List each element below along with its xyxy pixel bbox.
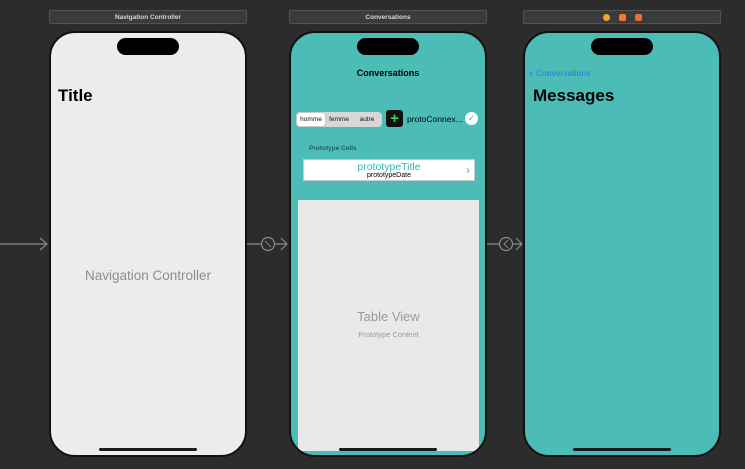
scene-bar-title: Navigation Controller bbox=[114, 13, 182, 21]
plus-icon: + bbox=[390, 110, 399, 127]
home-indicator bbox=[339, 448, 437, 451]
segue-nav-to-conversations[interactable] bbox=[247, 234, 289, 254]
entry-point-arrow[interactable] bbox=[0, 236, 50, 252]
device-notch bbox=[357, 38, 419, 55]
scene-bar-messages[interactable] bbox=[523, 10, 721, 24]
home-indicator bbox=[573, 448, 671, 451]
proto-connexion-label[interactable]: protoConnex... bbox=[407, 114, 465, 124]
segment-homme[interactable]: homme bbox=[297, 113, 325, 126]
chevron-left-icon: ‹ bbox=[529, 66, 533, 80]
table-view-subtitle: Prototype Content bbox=[358, 330, 419, 339]
segment-autre[interactable]: autre bbox=[353, 113, 381, 126]
back-button[interactable]: ‹ Conversations bbox=[529, 67, 590, 79]
segue-conversations-to-messages[interactable] bbox=[487, 234, 524, 254]
first-responder-icon[interactable] bbox=[618, 13, 626, 21]
conversations-scene[interactable]: Conversations homme femme autre + protoC… bbox=[289, 31, 487, 457]
nav-bar-title[interactable]: Conversations bbox=[291, 68, 485, 78]
storyboard-canvas[interactable]: Navigation Controller Conversations Titl… bbox=[0, 0, 745, 469]
scene-bar-conversations[interactable]: Conversations bbox=[289, 10, 487, 24]
table-view-title: Table View bbox=[357, 309, 420, 324]
gender-segmented-control[interactable]: homme femme autre bbox=[296, 112, 382, 127]
navigation-controller-scene[interactable]: Title Navigation Controller bbox=[49, 31, 247, 457]
table-view[interactable]: Table View Prototype Content bbox=[298, 200, 479, 451]
segment-femme[interactable]: femme bbox=[325, 113, 353, 126]
prototype-cell[interactable]: prototypeTitle prototypeDate › bbox=[303, 159, 475, 181]
back-button-label: Conversations bbox=[536, 68, 591, 78]
home-indicator bbox=[99, 448, 197, 451]
messages-scene[interactable]: ‹ Conversations Messages bbox=[523, 31, 721, 457]
view-controller-icon[interactable] bbox=[602, 13, 610, 21]
scene-placeholder-label: Navigation Controller bbox=[84, 268, 212, 283]
scene-bar-nav-controller[interactable]: Navigation Controller bbox=[49, 10, 247, 24]
cell-date[interactable]: prototypeDate bbox=[304, 172, 474, 179]
chevron-right-icon: › bbox=[466, 163, 470, 177]
scene-bar-title: Conversations bbox=[365, 13, 411, 21]
prototype-cells-header: Prototype Cells bbox=[309, 145, 357, 152]
add-button[interactable]: + bbox=[386, 110, 403, 127]
large-title[interactable]: Title bbox=[58, 86, 93, 106]
device-notch bbox=[117, 38, 179, 55]
large-title[interactable]: Messages bbox=[533, 86, 614, 106]
exit-icon[interactable] bbox=[634, 13, 642, 21]
checkmark-icon[interactable]: ✓ bbox=[465, 112, 478, 125]
device-notch bbox=[591, 38, 653, 55]
